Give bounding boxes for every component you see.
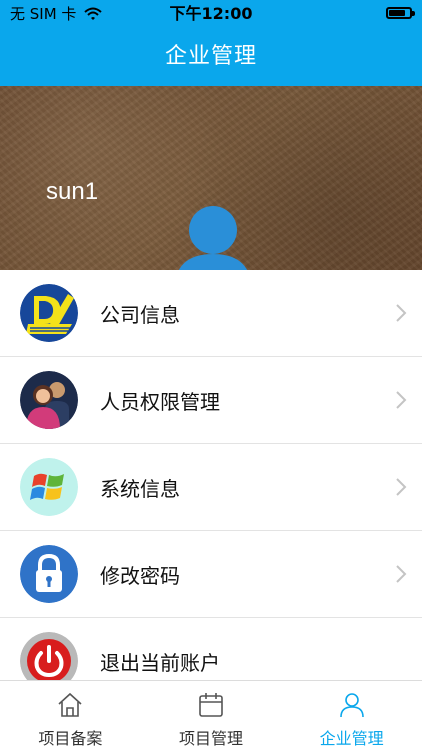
status-bar: 无 SIM 卡 下午12:00 [0,0,422,28]
menu-list: 公司信息 人员权限管理 系统信息 修改密码 退出当前账户 [0,270,422,705]
menu-item-change-password[interactable]: 修改密码 [0,531,422,618]
menu-label-people-permissions: 人员权限管理 [100,389,220,414]
tab-label-project-filing: 项目备案 [38,729,103,748]
tab-project-filing[interactable]: 项目备案 [0,681,141,751]
lock-icon [20,545,78,603]
battery-icon [386,7,415,19]
company-logo-icon [20,284,78,342]
menu-label-logout: 退出当前账户 [100,650,220,675]
tab-label-enterprise-management: 企业管理 [319,729,384,748]
chevron-right-icon [396,391,407,409]
profile-header: sun1 sun118786625645 [0,86,422,321]
home-icon [58,692,82,717]
menu-item-people-permissions[interactable]: 人员权限管理 [0,357,422,444]
menu-label-company-info: 公司信息 [100,302,180,327]
menu-label-system-info: 系统信息 [100,476,180,501]
menu-item-company-info[interactable]: 公司信息 [0,270,422,357]
tab-bar: 项目备案 项目管理 企业管理 [0,680,422,751]
person-icon [339,693,364,718]
profile-name: sun1 [46,178,99,205]
tab-label-project-management: 项目管理 [179,729,244,748]
nav-bar: 企业管理 [0,28,422,86]
tab-project-management[interactable]: 项目管理 [141,681,282,751]
menu-label-change-password: 修改密码 [100,563,180,588]
chevron-right-icon [396,304,407,322]
battery-fill [389,10,406,16]
chevron-right-icon [396,478,407,496]
menu-item-system-info[interactable]: 系统信息 [0,444,422,531]
tab-enterprise-management[interactable]: 企业管理 [281,681,422,751]
chevron-right-icon [396,565,407,583]
status-time: 下午12:00 [169,4,253,23]
calendar-icon [199,693,223,717]
people-icon [20,371,78,429]
page-title: 企业管理 [164,44,257,69]
windows-logo-icon [20,458,78,516]
